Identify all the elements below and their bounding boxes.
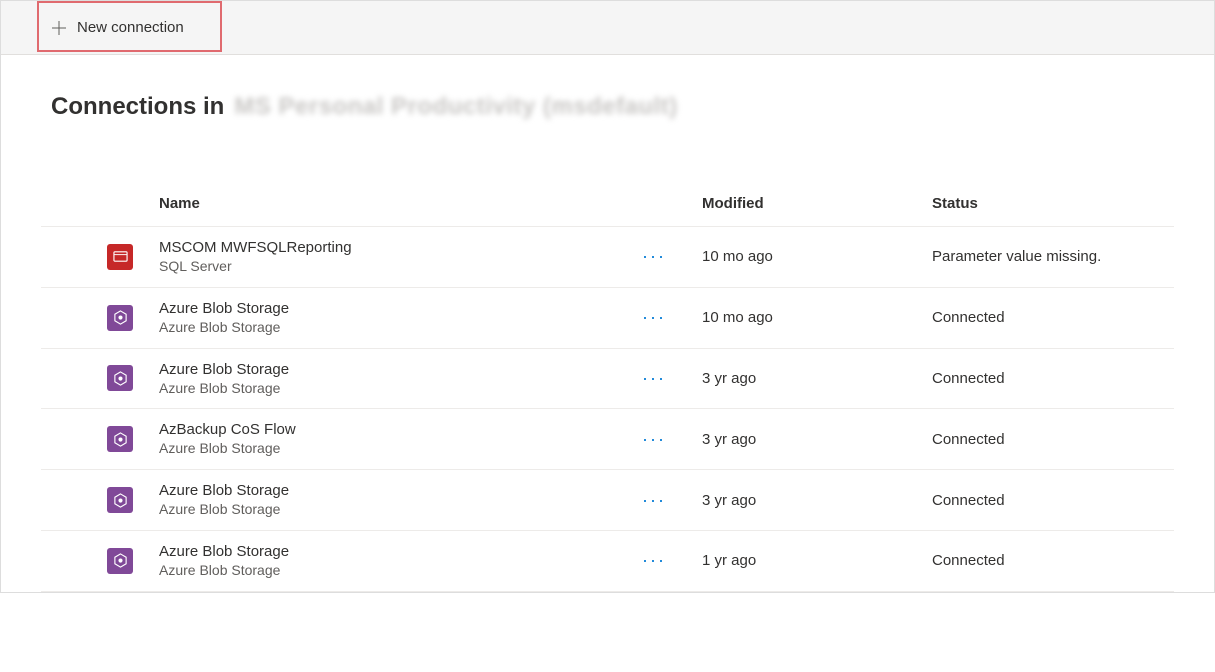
row-actions-cell: ··· — [634, 348, 694, 409]
row-icon-cell — [41, 530, 151, 591]
more-actions-button[interactable]: ··· — [642, 368, 666, 388]
table-row[interactable]: Azure Blob Storage Azure Blob Storage ··… — [41, 470, 1174, 531]
connection-subtitle: Azure Blob Storage — [159, 562, 626, 579]
table-row[interactable]: Azure Blob Storage Azure Blob Storage ··… — [41, 287, 1174, 348]
row-icon-cell — [41, 287, 151, 348]
col-status-header[interactable]: Status — [924, 181, 1174, 227]
row-modified-cell: 3 yr ago — [694, 348, 924, 409]
azure-blob-icon — [107, 305, 133, 331]
table-row[interactable]: AzBackup CoS Flow Azure Blob Storage ···… — [41, 409, 1174, 470]
toolbar: New connection — [1, 1, 1214, 55]
connection-subtitle: Azure Blob Storage — [159, 440, 626, 457]
azure-blob-icon — [107, 365, 133, 391]
row-name-cell[interactable]: MSCOM MWFSQLReporting SQL Server — [151, 227, 634, 288]
page-title: Connections in — [51, 93, 224, 121]
table-row[interactable]: Azure Blob Storage Azure Blob Storage ··… — [41, 348, 1174, 409]
row-actions-cell: ··· — [634, 287, 694, 348]
row-icon-cell — [41, 409, 151, 470]
col-icon-header — [41, 181, 151, 227]
row-icon-cell — [41, 227, 151, 288]
row-status-cell: Connected — [924, 409, 1174, 470]
row-status-cell: Connected — [924, 348, 1174, 409]
row-actions-cell: ··· — [634, 409, 694, 470]
connection-name: Azure Blob Storage — [159, 543, 626, 561]
new-connection-label: New connection — [77, 19, 184, 36]
connection-subtitle: Azure Blob Storage — [159, 380, 626, 397]
more-actions-button[interactable]: ··· — [642, 307, 666, 327]
more-actions-button[interactable]: ··· — [642, 429, 666, 449]
row-name-cell[interactable]: Azure Blob Storage Azure Blob Storage — [151, 348, 634, 409]
row-actions-cell: ··· — [634, 470, 694, 531]
row-modified-cell: 10 mo ago — [694, 227, 924, 288]
connection-name: Azure Blob Storage — [159, 300, 626, 318]
row-name-cell[interactable]: Azure Blob Storage Azure Blob Storage — [151, 470, 634, 531]
table-row[interactable]: Azure Blob Storage Azure Blob Storage ··… — [41, 530, 1174, 591]
connection-subtitle: Azure Blob Storage — [159, 501, 626, 518]
row-modified-cell: 10 mo ago — [694, 287, 924, 348]
row-actions-cell: ··· — [634, 530, 694, 591]
sql-server-icon — [107, 244, 133, 270]
row-icon-cell — [41, 348, 151, 409]
more-actions-button[interactable]: ··· — [642, 490, 666, 510]
connection-name: Azure Blob Storage — [159, 482, 626, 500]
connection-name: AzBackup CoS Flow — [159, 421, 626, 439]
col-name-header[interactable]: Name — [151, 181, 634, 227]
row-status-cell: Parameter value missing. — [924, 227, 1174, 288]
new-connection-button[interactable]: New connection — [39, 13, 196, 42]
more-actions-button[interactable]: ··· — [642, 550, 666, 570]
page-title-row: Connections in MS Personal Productivity … — [1, 55, 1214, 121]
row-actions-cell: ··· — [634, 227, 694, 288]
azure-blob-icon — [107, 426, 133, 452]
connection-subtitle: SQL Server — [159, 258, 626, 275]
connection-subtitle: Azure Blob Storage — [159, 319, 626, 336]
row-modified-cell: 1 yr ago — [694, 530, 924, 591]
azure-blob-icon — [107, 487, 133, 513]
azure-blob-icon — [107, 548, 133, 574]
row-name-cell[interactable]: Azure Blob Storage Azure Blob Storage — [151, 530, 634, 591]
row-modified-cell: 3 yr ago — [694, 470, 924, 531]
more-actions-button[interactable]: ··· — [642, 246, 666, 266]
table-row[interactable]: MSCOM MWFSQLReporting SQL Server ··· 10 … — [41, 227, 1174, 288]
row-status-cell: Connected — [924, 530, 1174, 591]
row-modified-cell: 3 yr ago — [694, 409, 924, 470]
connection-name: Azure Blob Storage — [159, 361, 626, 379]
row-name-cell[interactable]: Azure Blob Storage Azure Blob Storage — [151, 287, 634, 348]
row-icon-cell — [41, 470, 151, 531]
plus-icon — [51, 20, 67, 36]
connection-name: MSCOM MWFSQLReporting — [159, 239, 626, 257]
row-status-cell: Connected — [924, 287, 1174, 348]
row-name-cell[interactable]: AzBackup CoS Flow Azure Blob Storage — [151, 409, 634, 470]
row-status-cell: Connected — [924, 470, 1174, 531]
col-modified-header[interactable]: Modified — [694, 181, 924, 227]
col-actions-header — [634, 181, 694, 227]
connections-table: Name Modified Status MSCOM MWFSQLReporti… — [41, 181, 1174, 592]
environment-name-blurred: MS Personal Productivity (msdefault) — [234, 93, 677, 121]
